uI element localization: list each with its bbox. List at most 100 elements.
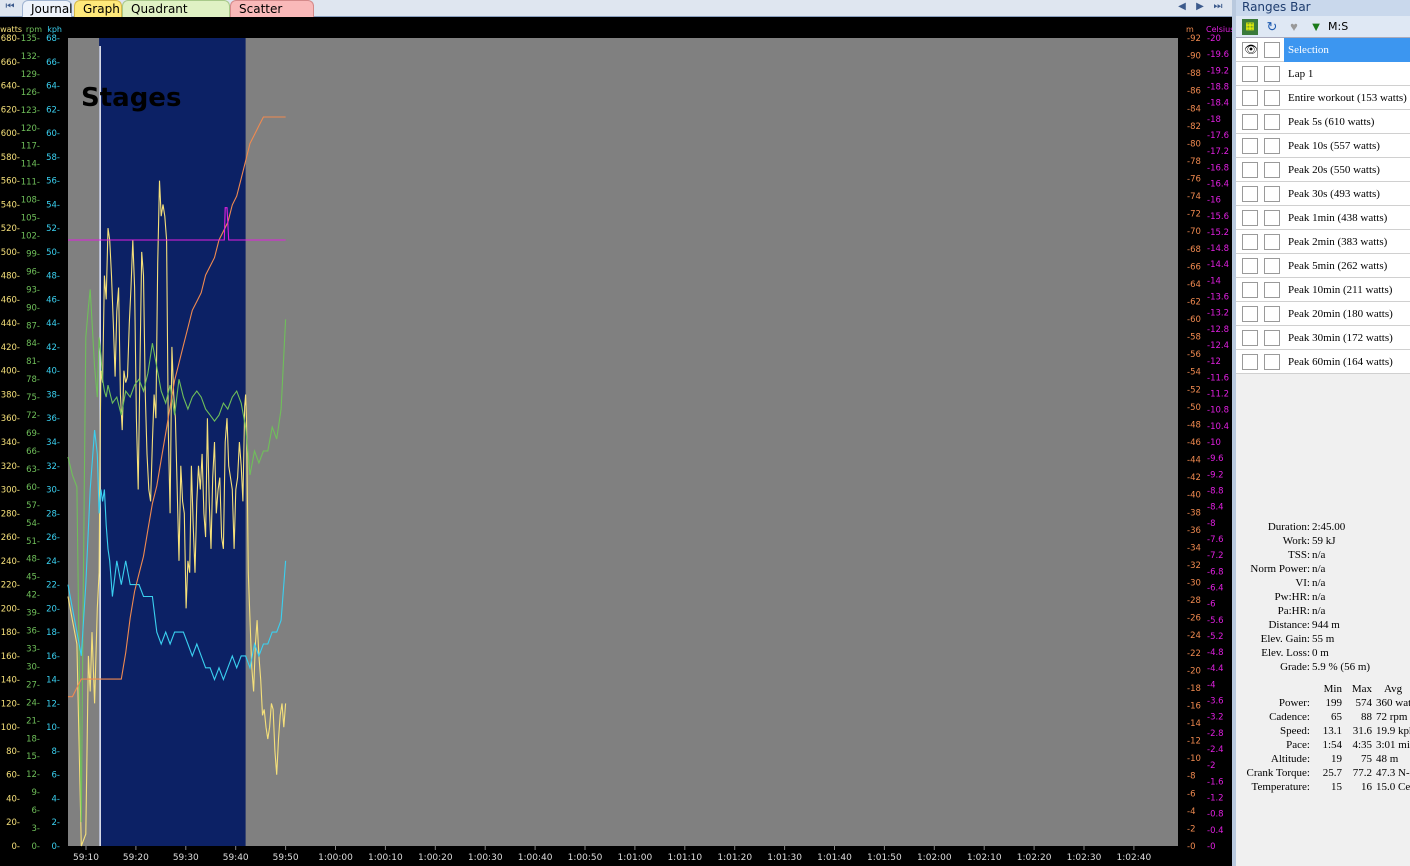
y-tick-label: -11.6 xyxy=(1207,373,1229,383)
range-checkbox[interactable] xyxy=(1264,162,1280,178)
range-checkbox[interactable] xyxy=(1242,138,1258,154)
chart-icon[interactable]: ▦ xyxy=(1242,19,1258,35)
range-checkbox[interactable] xyxy=(1242,90,1258,106)
range-item[interactable]: 👁 Selection xyxy=(1236,38,1410,62)
visibility-toggle[interactable]: 👁 xyxy=(1242,42,1258,58)
y-tick-label: -82 xyxy=(1187,122,1201,132)
y-tick-label: -19.6 xyxy=(1207,50,1229,60)
first-tab-icon[interactable]: ⏮ xyxy=(4,1,16,12)
range-item[interactable]: Peak 5min (262 watts) xyxy=(1236,254,1410,278)
tab-quadrant-analysis[interactable]: Quadrant Analysis xyxy=(122,0,230,32)
y-tick-label: 105- xyxy=(21,214,40,224)
range-checkbox[interactable] xyxy=(1264,90,1280,106)
range-item[interactable]: Peak 20min (180 watts) xyxy=(1236,302,1410,326)
range-checkbox[interactable] xyxy=(1264,258,1280,274)
range-item[interactable]: Peak 30min (172 watts) xyxy=(1236,326,1410,350)
y-tick-label: 380- xyxy=(1,390,20,400)
summary-value: 2:45.00 xyxy=(1312,521,1346,533)
y-tick-label: -76 xyxy=(1187,175,1201,185)
y-tick-label: 500- xyxy=(1,248,20,258)
time-format-label[interactable]: M:S xyxy=(1328,20,1348,33)
summary-row: Work: 59 kJ xyxy=(1236,534,1410,548)
x-tick-label: 59:30 xyxy=(173,853,199,863)
range-item[interactable]: Peak 10s (557 watts) xyxy=(1236,134,1410,158)
x-tick-label: 59:20 xyxy=(123,853,149,863)
y-tick-label: 24- xyxy=(26,698,40,708)
refresh-icon[interactable]: ↻ xyxy=(1264,19,1280,35)
heart-icon[interactable]: ♥ xyxy=(1286,19,1302,35)
tab-graph[interactable]: Graph xyxy=(74,0,122,17)
tab-bar: ⏮ Journal Graph Quadrant Analysis Scatte… xyxy=(0,0,1232,32)
y-tick-label: -16.4 xyxy=(1207,179,1229,189)
y-tick-label: 60- xyxy=(26,483,40,493)
range-item[interactable]: Lap 1 xyxy=(1236,62,1410,86)
mountain-icon[interactable]: ▼ xyxy=(1308,19,1324,35)
range-checkbox[interactable] xyxy=(1242,186,1258,202)
range-checkbox[interactable] xyxy=(1264,330,1280,346)
summary-row: Pa:HR: n/a xyxy=(1236,604,1410,618)
range-item[interactable]: Peak 5s (610 watts) xyxy=(1236,110,1410,134)
range-checkbox[interactable] xyxy=(1264,42,1280,58)
workout-graph[interactable]: 59:10 59:20 59:30 59:40 59:50 1:00:00 1:00:10 1… xyxy=(0,18,1232,866)
range-checkbox[interactable] xyxy=(1264,354,1280,370)
stat-label: Crank Torque: xyxy=(1246,767,1311,779)
tab-journal[interactable]: Journal xyxy=(22,0,73,17)
summary-value: 0 m xyxy=(1312,647,1329,659)
prev-tab-icon[interactable]: ◀ xyxy=(1176,1,1188,12)
range-item[interactable]: Peak 30s (493 watts) xyxy=(1236,182,1410,206)
range-checkbox[interactable] xyxy=(1242,162,1258,178)
range-item[interactable]: Peak 60min (164 watts) xyxy=(1236,350,1410,374)
range-item[interactable]: Peak 10min (211 watts) xyxy=(1236,278,1410,302)
summary-key: VI: xyxy=(1295,577,1310,589)
range-checkbox[interactable] xyxy=(1264,186,1280,202)
y-tick-label: 114- xyxy=(21,160,40,170)
y-tick-label: 21- xyxy=(26,716,40,726)
range-checkbox[interactable] xyxy=(1264,66,1280,82)
column-header: Min xyxy=(1323,683,1342,695)
range-checkbox[interactable] xyxy=(1242,66,1258,82)
x-tick-label: 1:02:20 xyxy=(1017,853,1052,863)
range-checkbox[interactable] xyxy=(1242,282,1258,298)
stat-avg: 15.0 Celsius xyxy=(1376,781,1410,793)
range-checkbox[interactable] xyxy=(1242,210,1258,226)
y-tick-label: -70 xyxy=(1187,227,1201,237)
range-checkbox[interactable] xyxy=(1242,354,1258,370)
range-checkbox[interactable] xyxy=(1242,114,1258,130)
y-tick-label: 22- xyxy=(46,581,60,591)
range-checkbox[interactable] xyxy=(1242,306,1258,322)
y-tick-label: -86 xyxy=(1187,87,1201,97)
range-checkbox[interactable] xyxy=(1264,138,1280,154)
stat-label: Pace: xyxy=(1286,739,1310,751)
x-tick-label: 1:00:40 xyxy=(518,853,553,863)
summary-value: n/a xyxy=(1312,563,1326,575)
y-tick-label: -46 xyxy=(1187,438,1201,448)
y-tick-label: -66 xyxy=(1187,262,1201,272)
y-tick-label: 102- xyxy=(21,232,40,242)
range-checkbox[interactable] xyxy=(1264,234,1280,250)
y-tick-label: -58 xyxy=(1187,333,1201,343)
range-checkbox[interactable] xyxy=(1242,234,1258,250)
stat-max: 75 xyxy=(1361,753,1372,765)
range-checkbox[interactable] xyxy=(1242,330,1258,346)
y-tick-label: -17.6 xyxy=(1207,131,1229,141)
y-tick-label: -1.2 xyxy=(1207,794,1224,804)
y-tick-label: 24- xyxy=(46,557,60,567)
next-tab-icon[interactable]: ▶ xyxy=(1194,1,1206,12)
range-checkbox[interactable] xyxy=(1264,306,1280,322)
y-tick-label: -38 xyxy=(1187,508,1201,518)
last-tab-icon[interactable]: ⏭ xyxy=(1212,1,1224,12)
range-checkbox[interactable] xyxy=(1242,258,1258,274)
tab-scatter-graph[interactable]: Scatter Graph xyxy=(230,0,314,32)
range-checkbox[interactable] xyxy=(1264,210,1280,226)
range-item[interactable]: Peak 20s (550 watts) xyxy=(1236,158,1410,182)
range-checkbox[interactable] xyxy=(1264,282,1280,298)
x-tick-label: 59:10 xyxy=(73,853,99,863)
range-item[interactable]: Peak 1min (438 watts) xyxy=(1236,206,1410,230)
range-item[interactable]: Peak 2min (383 watts) xyxy=(1236,230,1410,254)
y-tick-label: -72 xyxy=(1187,210,1201,220)
y-tick-label: -0 xyxy=(1207,842,1215,852)
range-item[interactable]: Entire workout (153 watts) xyxy=(1236,86,1410,110)
y-tick-label: 129- xyxy=(21,70,40,80)
axis-label-rpm: rpm xyxy=(26,25,42,34)
range-checkbox[interactable] xyxy=(1264,114,1280,130)
